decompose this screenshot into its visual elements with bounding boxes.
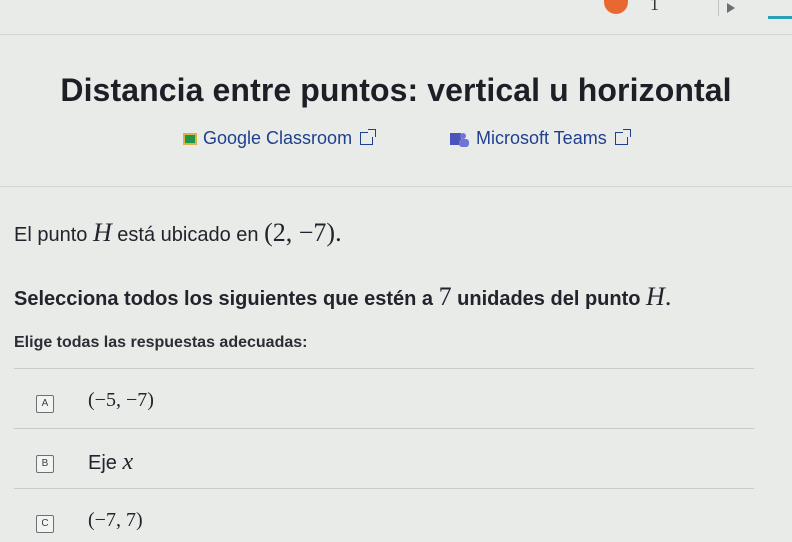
choice-b[interactable]: B Eje x <box>14 428 754 488</box>
point-name: H <box>92 218 112 247</box>
share-row: Google Classroom Microsoft Teams <box>0 128 792 154</box>
prompt-text: Selecciona todos los siguientes que esté… <box>14 288 439 310</box>
google-classroom-icon <box>183 132 197 145</box>
choice-letter: A <box>36 395 54 413</box>
external-link-icon <box>360 129 377 145</box>
progress-indicator <box>604 0 628 14</box>
external-link-icon <box>614 129 631 145</box>
prompt-text: unidades del punto <box>451 288 647 310</box>
microsoft-teams-icon <box>450 131 470 147</box>
divider <box>0 186 792 187</box>
choice-a[interactable]: A (−5, −7) <box>14 368 754 428</box>
statement-text: El punto <box>14 224 93 246</box>
choice-letter: C <box>36 515 54 533</box>
microsoft-teams-label: Microsoft Teams <box>476 128 607 148</box>
exercise-page: 1 Distancia entre puntos: vertical u hor… <box>0 0 792 542</box>
point-coordinates: (2, −7) <box>264 218 336 247</box>
prompt-point-name: H <box>646 282 665 311</box>
choice-text: (−5, −7) <box>88 389 154 411</box>
choice-letter: B <box>36 455 54 473</box>
choice-text: Eje x <box>88 449 133 476</box>
page-title: Distancia entre puntos: vertical u horiz… <box>60 72 732 108</box>
choice-c[interactable]: C (−7, 7) <box>14 488 754 542</box>
google-classroom-link[interactable]: Google Classroom <box>183 128 377 149</box>
distance-value: 7 <box>438 282 452 311</box>
question-prompt: Selecciona todos los siguientes que esté… <box>14 282 671 312</box>
choice-list: A (−5, −7) B Eje x C (−7, 7) <box>14 368 754 542</box>
prompt-period: . <box>664 282 672 311</box>
divider <box>0 34 792 35</box>
accent-bar <box>768 16 792 19</box>
google-classroom-label: Google Classroom <box>203 128 353 148</box>
top-toolbar: 1 <box>0 0 792 22</box>
step-number: 1 <box>650 0 659 14</box>
play-icon[interactable] <box>727 3 735 13</box>
choice-math: x <box>122 449 134 475</box>
statement-period: . <box>335 218 342 247</box>
problem-statement: El punto H está ubicado en (2, −7). <box>14 218 342 248</box>
choice-text: (−7, 7) <box>88 509 143 531</box>
choice-label: Eje <box>88 452 123 474</box>
instructions: Elige todas las respuestas adecuadas: <box>14 334 308 351</box>
toolbar-divider <box>718 0 719 16</box>
microsoft-teams-link[interactable]: Microsoft Teams <box>450 128 631 149</box>
statement-text: está ubicado en <box>111 224 265 246</box>
